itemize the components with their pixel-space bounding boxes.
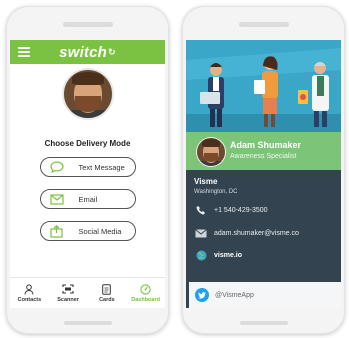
- phone-row[interactable]: +1 540-429-3500: [194, 205, 337, 215]
- card-icon: [100, 283, 114, 295]
- hero-illustration: [186, 40, 341, 132]
- chat-bubble-icon: [49, 161, 64, 173]
- home-indicator: [239, 321, 288, 325]
- app-header: switch↻: [10, 40, 165, 64]
- email-label: Email: [78, 194, 98, 204]
- hamburger-menu-icon[interactable]: [18, 47, 30, 57]
- email-button[interactable]: Email: [39, 189, 136, 209]
- nav-scanner[interactable]: Scanner: [49, 278, 88, 308]
- email-address: adam.shumaker@visme.co: [214, 229, 299, 237]
- left-phone-mockup: switch↻ Choose Delivery Mode Text Messag…: [6, 6, 169, 334]
- phone-icon: [194, 205, 208, 215]
- envelope-icon: [194, 228, 208, 238]
- text-message-label: Text Message: [78, 162, 125, 172]
- phone-number: +1 540-429-3500: [214, 206, 268, 214]
- nav-scanner-label: Scanner: [57, 297, 79, 303]
- company-location: Washington, DC: [194, 189, 238, 195]
- profile-header: Adam Shumaker Awareness Specialist: [186, 132, 341, 170]
- app-logo: switch↻: [59, 44, 116, 61]
- profile-avatar: [196, 137, 226, 167]
- bottom-navigation: Contacts Scanner Cards Dashboard: [10, 277, 165, 308]
- envelope-icon: [49, 193, 64, 205]
- text-message-button[interactable]: Text Message: [39, 157, 136, 177]
- section-title: Choose Delivery Mode: [44, 139, 131, 148]
- globe-icon: [194, 250, 208, 260]
- twitter-handle: @VismeApp: [215, 291, 254, 299]
- right-phone-mockup: Adam Shumaker Awareness Specialist Visme…: [182, 6, 345, 334]
- nav-dashboard[interactable]: Dashboard: [126, 278, 165, 308]
- share-icon: [50, 224, 64, 238]
- gauge-icon: [139, 283, 153, 295]
- person-name: Adam Shumaker: [230, 140, 302, 150]
- social-links-panel: @VismeApp: [186, 282, 341, 308]
- contact-info-panel: Visme Washington, DC +1 540-429-3500 ada…: [186, 170, 341, 282]
- twitter-icon: [195, 288, 209, 302]
- person-icon: [22, 283, 36, 295]
- email-row[interactable]: adam.shumaker@visme.co: [194, 228, 337, 238]
- nav-cards-label: Cards: [99, 297, 115, 303]
- phone-speaker: [62, 22, 113, 27]
- person-role: Awareness Specialist: [230, 153, 297, 160]
- delivery-mode-screen: switch↻ Choose Delivery Mode Text Messag…: [10, 40, 165, 308]
- phone-speaker: [238, 22, 289, 27]
- social-media-label: Social Media: [78, 226, 122, 236]
- website-link: visme.io: [214, 251, 243, 259]
- profile-avatar: [61, 68, 114, 120]
- nav-cards[interactable]: Cards: [88, 278, 127, 308]
- home-indicator: [63, 321, 112, 325]
- company-name: Visme: [194, 177, 218, 186]
- nav-dashboard-label: Dashboard: [131, 297, 160, 303]
- nav-contacts-label: Contacts: [17, 297, 42, 303]
- brand-name: switch: [59, 43, 108, 61]
- twitter-row[interactable]: @VismeApp: [195, 288, 254, 302]
- nav-contacts[interactable]: Contacts: [10, 278, 49, 308]
- social-media-button[interactable]: Social Media: [39, 221, 136, 241]
- website-row[interactable]: visme.io: [194, 250, 337, 260]
- brand-mark-icon: ↻: [108, 46, 116, 57]
- business-card-screen: Adam Shumaker Awareness Specialist Visme…: [186, 40, 341, 308]
- scanner-icon: [61, 283, 75, 295]
